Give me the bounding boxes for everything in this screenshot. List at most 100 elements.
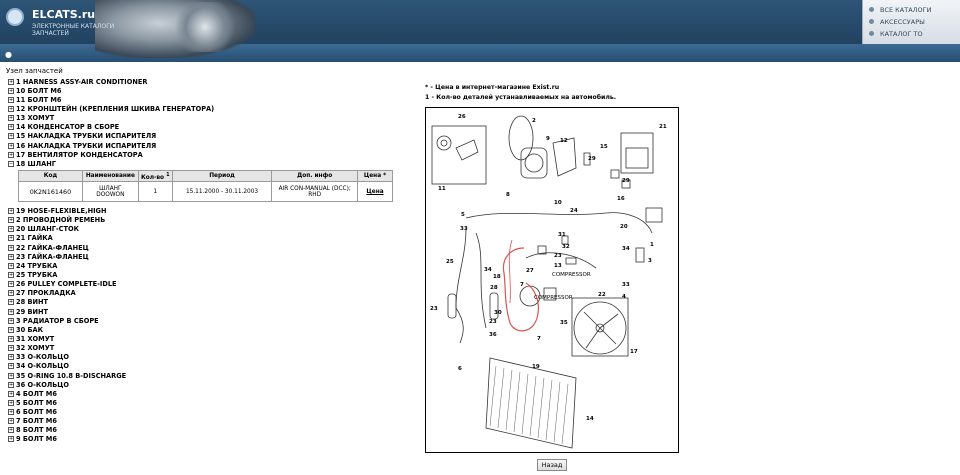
expand-icon[interactable]: + bbox=[8, 372, 14, 379]
expand-icon[interactable]: + bbox=[8, 217, 14, 224]
diagram-callout-28[interactable]: 28 bbox=[490, 285, 498, 291]
diagram-callout-26[interactable]: 26 bbox=[458, 114, 466, 120]
diagram-callout-12[interactable]: 12 bbox=[560, 138, 568, 144]
diagram-callout-1[interactable]: 1 bbox=[650, 242, 654, 248]
diagram-callout-7[interactable]: 7 bbox=[520, 282, 524, 288]
diagram-callout-36[interactable]: 36 bbox=[489, 332, 497, 338]
diagram-callout-15[interactable]: 15 bbox=[600, 144, 608, 150]
expand-icon[interactable]: + bbox=[8, 399, 14, 406]
expand-icon[interactable]: + bbox=[8, 207, 14, 214]
tree-item[interactable]: +3 РАДИАТОР В СБОРЕ bbox=[8, 316, 408, 325]
tree-item[interactable]: +7 БОЛТ М6 bbox=[8, 417, 408, 426]
expand-icon[interactable]: + bbox=[8, 299, 14, 306]
tree-item[interactable]: +27 ПРОКЛАДКА bbox=[8, 289, 408, 298]
diagram-callout-10[interactable]: 10 bbox=[554, 200, 562, 206]
expand-icon[interactable]: + bbox=[8, 354, 14, 361]
tree-item-expanded[interactable]: −18 ШЛАНГ bbox=[8, 159, 408, 168]
tree-item[interactable]: +11 БОЛТ М6 bbox=[8, 95, 408, 104]
expand-icon[interactable]: + bbox=[8, 436, 14, 443]
expand-icon[interactable]: + bbox=[8, 345, 14, 352]
diagram-callout-27[interactable]: 27 bbox=[526, 268, 534, 274]
expand-icon[interactable]: + bbox=[8, 142, 14, 149]
diagram-callout-21[interactable]: 21 bbox=[659, 124, 667, 130]
tree-item[interactable]: +25 ТРУБКА bbox=[8, 270, 408, 279]
diagram-callout-24[interactable]: 24 bbox=[570, 208, 578, 214]
diagram-callout-31[interactable]: 31 bbox=[558, 232, 566, 238]
tree-item[interactable]: +29 ВИНТ bbox=[8, 307, 408, 316]
highlighted-hose-18[interactable] bbox=[502, 247, 539, 332]
tree-item[interactable]: +36 О-КОЛЬЦО bbox=[8, 380, 408, 389]
tree-item[interactable]: +14 КОНДЕНСАТОР В СБОРЕ bbox=[8, 123, 408, 132]
expand-icon[interactable]: + bbox=[8, 427, 14, 434]
tree-item[interactable]: +4 БОЛТ М6 bbox=[8, 389, 408, 398]
tree-item[interactable]: +33 О-КОЛЬЦО bbox=[8, 353, 408, 362]
diagram-callout-23[interactable]: 23 bbox=[554, 253, 562, 259]
expand-icon[interactable]: + bbox=[8, 418, 14, 425]
expand-icon[interactable]: + bbox=[8, 317, 14, 324]
expand-icon[interactable]: + bbox=[8, 124, 14, 131]
diagram-callout-29[interactable]: 29 bbox=[588, 156, 596, 162]
tree-item[interactable]: +34 О-КОЛЬЦО bbox=[8, 362, 408, 371]
diagram-callout-8[interactable]: 8 bbox=[506, 192, 510, 198]
tree-item[interactable]: +5 БОЛТ М6 bbox=[8, 398, 408, 407]
diagram-callout-23[interactable]: 23 bbox=[430, 306, 438, 312]
diagram-callout-33[interactable]: 33 bbox=[460, 226, 468, 232]
expand-icon[interactable]: + bbox=[8, 96, 14, 103]
diagram-callout-22[interactable]: 22 bbox=[598, 292, 606, 298]
expand-icon[interactable]: + bbox=[8, 363, 14, 370]
expand-icon[interactable]: + bbox=[8, 105, 14, 112]
diagram-callout-7[interactable]: 7 bbox=[537, 336, 541, 342]
nav-accessories[interactable]: АКСЕССУАРЫ bbox=[869, 18, 925, 30]
tree-item[interactable]: +31 ХОМУТ bbox=[8, 334, 408, 343]
tree-item[interactable]: +8 БОЛТ М6 bbox=[8, 426, 408, 435]
diagram-callout-30[interactable]: 30 bbox=[494, 310, 502, 316]
expand-icon[interactable]: + bbox=[8, 262, 14, 269]
expand-icon[interactable]: + bbox=[8, 87, 14, 94]
diagram-callout-29[interactable]: 29 bbox=[622, 178, 630, 184]
tree-item[interactable]: +2 ПРОВОДНОЙ РЕМЕНЬ bbox=[8, 216, 408, 225]
diagram-callout-5[interactable]: 5 bbox=[461, 212, 465, 218]
expand-icon[interactable]: + bbox=[8, 335, 14, 342]
diagram-callout-32[interactable]: 32 bbox=[562, 244, 570, 250]
diagram-callout-20[interactable]: 20 bbox=[620, 224, 628, 230]
nav-all-catalogs[interactable]: ВСЕ КАТАЛОГИ bbox=[869, 6, 931, 18]
diagram-callout-18[interactable]: 18 bbox=[493, 274, 501, 280]
tree-item[interactable]: +28 ВИНТ bbox=[8, 298, 408, 307]
diagram-callout-17[interactable]: 17 bbox=[630, 349, 638, 355]
expand-icon[interactable]: + bbox=[8, 308, 14, 315]
diagram-callout-3[interactable]: 3 bbox=[648, 258, 652, 264]
tree-item[interactable]: +30 БАК bbox=[8, 325, 408, 334]
expand-icon[interactable]: + bbox=[8, 133, 14, 140]
back-button[interactable]: Назад bbox=[537, 459, 567, 471]
tree-item[interactable]: +15 НАКЛАДКА ТРУБКИ ИСПАРИТЕЛЯ bbox=[8, 132, 408, 141]
expand-icon[interactable]: + bbox=[8, 151, 14, 158]
diagram-callout-16[interactable]: 16 bbox=[617, 196, 625, 202]
tree-item[interactable]: +6 БОЛТ М6 bbox=[8, 408, 408, 417]
expand-icon[interactable]: + bbox=[8, 390, 14, 397]
diagram-callout-2[interactable]: 2 bbox=[532, 118, 536, 124]
tree-item[interactable]: +10 БОЛТ М6 bbox=[8, 86, 408, 95]
tree-item[interactable]: +9 БОЛТ М6 bbox=[8, 435, 408, 444]
home-dot-icon[interactable]: ● bbox=[5, 50, 12, 59]
tree-item[interactable]: +24 ТРУБКА bbox=[8, 261, 408, 270]
expand-icon[interactable]: + bbox=[8, 253, 14, 260]
diagram-callout-35[interactable]: 35 bbox=[560, 320, 568, 326]
expand-icon[interactable]: + bbox=[8, 78, 14, 85]
expand-icon[interactable]: + bbox=[8, 235, 14, 242]
nav-maintenance-catalog[interactable]: КАТАЛОГ ТО bbox=[869, 30, 923, 42]
diagram-callout-25[interactable]: 25 bbox=[446, 259, 454, 265]
expand-icon[interactable]: + bbox=[8, 115, 14, 122]
diagram-callout-33[interactable]: 33 bbox=[622, 282, 630, 288]
tree-item[interactable]: +21 ГАЙКА bbox=[8, 234, 408, 243]
tree-item[interactable]: +32 ХОМУТ bbox=[8, 344, 408, 353]
expand-icon[interactable]: + bbox=[8, 326, 14, 333]
diagram-callout-6[interactable]: 6 bbox=[458, 366, 462, 372]
tree-item[interactable]: +20 ШЛАНГ-СТОК bbox=[8, 225, 408, 234]
expand-icon[interactable]: + bbox=[8, 244, 14, 251]
expand-icon[interactable]: + bbox=[8, 290, 14, 297]
expand-icon[interactable]: + bbox=[8, 226, 14, 233]
tree-item[interactable]: +17 ВЕНТИЛЯТОР КОНДЕНСАТОРА bbox=[8, 150, 408, 159]
tree-item[interactable]: +12 КРОНШТЕЙН (КРЕПЛЕНИЯ ШКИВА ГЕНЕРАТОР… bbox=[8, 104, 408, 113]
expand-icon[interactable]: + bbox=[8, 409, 14, 416]
tree-item[interactable]: +23 ГАЙКА-ФЛАНЕЦ bbox=[8, 252, 408, 261]
